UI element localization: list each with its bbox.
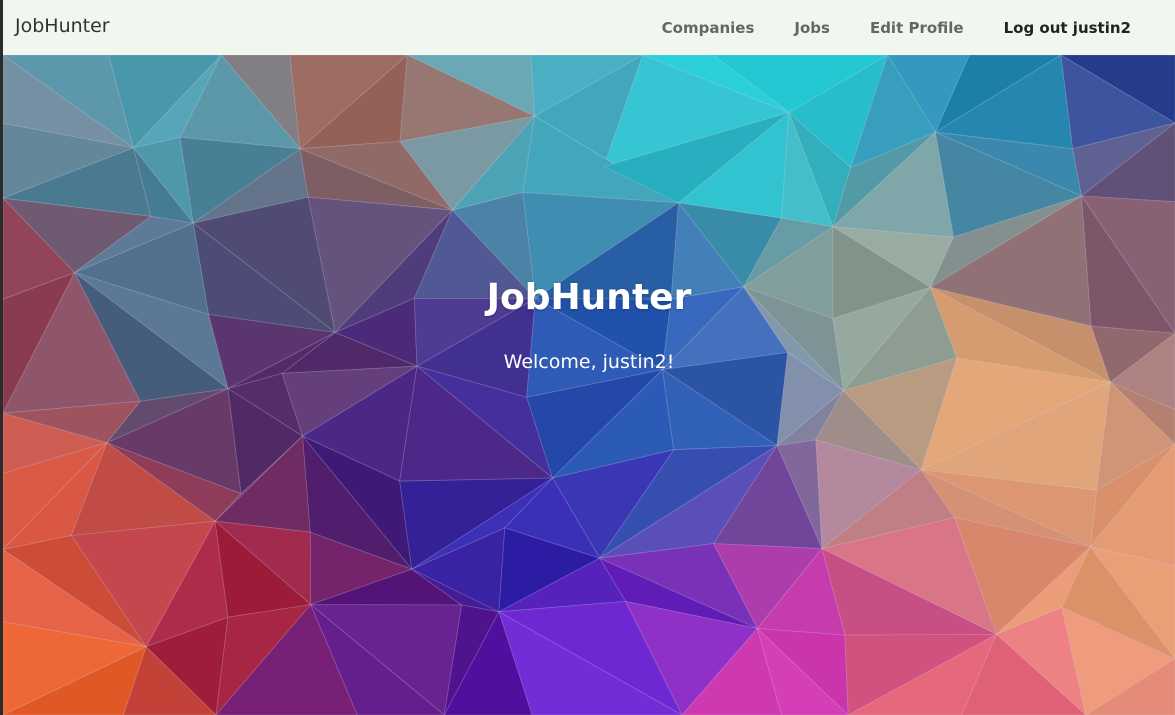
brand-link[interactable]: JobHunter [15, 15, 110, 37]
nav-link-jobs[interactable]: Jobs [794, 19, 830, 37]
low-poly-background [3, 55, 1175, 715]
nav-link-logout[interactable]: Log out justin2 [1004, 19, 1131, 37]
window-edge [0, 0, 3, 715]
nav-link-companies[interactable]: Companies [662, 19, 755, 37]
nav-links: Companies Jobs Edit Profile Log out just… [622, 0, 1131, 55]
navbar: JobHunter Companies Jobs Edit Profile Lo… [3, 0, 1175, 55]
hero-section: JobHunter Welcome, justin2! [3, 55, 1175, 715]
nav-link-edit-profile[interactable]: Edit Profile [870, 19, 964, 37]
page: JobHunter Companies Jobs Edit Profile Lo… [0, 0, 1175, 715]
